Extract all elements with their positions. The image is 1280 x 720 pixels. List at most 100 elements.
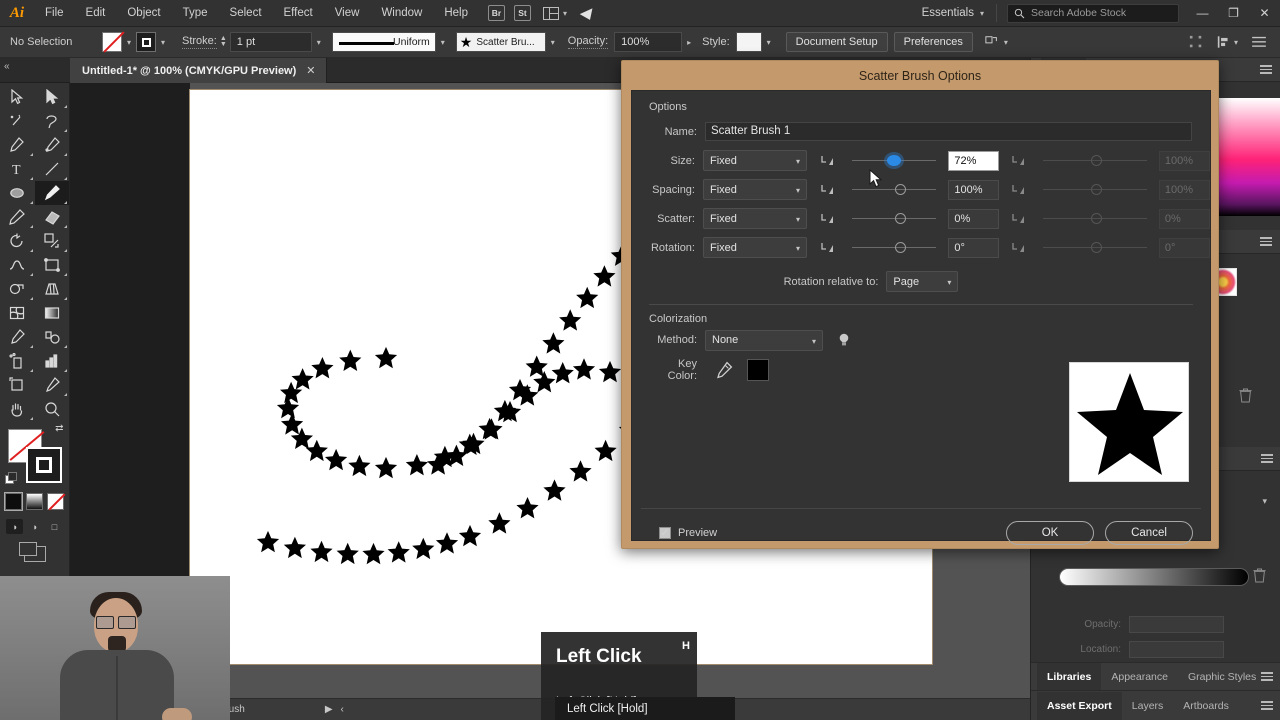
mesh-tool[interactable]: [0, 301, 35, 325]
swap-fill-stroke-icon[interactable]: ⇄: [55, 423, 63, 434]
colorization-method-select[interactable]: None ▾: [705, 329, 823, 351]
pencil-tool[interactable]: [0, 205, 35, 229]
document-setup-button[interactable]: Document Setup: [785, 32, 888, 52]
panel-menu-icon[interactable]: [1260, 65, 1272, 74]
menu-help[interactable]: Help: [433, 0, 479, 27]
blend-tool[interactable]: [35, 325, 70, 349]
direct-selection-tool[interactable]: [35, 85, 70, 109]
status-next-prev[interactable]: ▶ ‹: [315, 699, 354, 720]
eyedropper-icon[interactable]: [715, 361, 733, 379]
delete-swatch-icon[interactable]: [1239, 388, 1252, 403]
tips-bulb-icon[interactable]: [837, 332, 851, 348]
rotate-tool[interactable]: [0, 229, 35, 253]
chevron-down-icon[interactable]: ▾: [1234, 38, 1238, 47]
align-icon[interactable]: [1217, 35, 1230, 49]
tab-artboards[interactable]: Artboards: [1173, 692, 1239, 720]
size-min-value[interactable]: 72%: [948, 150, 1000, 171]
rotation-relative-select[interactable]: Page ▾: [886, 271, 959, 292]
scale-tool[interactable]: [35, 229, 70, 253]
menu-type[interactable]: Type: [172, 0, 219, 27]
chevron-down-icon[interactable]: ▾: [156, 32, 170, 52]
screen-mode-button[interactable]: [0, 542, 69, 562]
document-tab[interactable]: Untitled-1* @ 100% (CMYK/GPU Preview) ✕: [70, 58, 327, 83]
panel-menu-icon[interactable]: [1260, 237, 1272, 246]
cancel-button[interactable]: Cancel: [1105, 521, 1193, 545]
delete-gradient-stop-icon[interactable]: [1253, 568, 1266, 583]
restore-button[interactable]: ❐: [1218, 0, 1249, 27]
brush-name-input[interactable]: Scatter Brush 1: [705, 122, 1192, 141]
type-tool[interactable]: T: [0, 157, 35, 181]
scatter-mode-select[interactable]: Fixed ▾: [702, 208, 808, 229]
gradient-button[interactable]: [26, 493, 43, 510]
preview-checkbox[interactable]: ✓ Preview: [659, 527, 717, 539]
draw-inside-icon[interactable]: □: [46, 519, 63, 534]
free-transform-tool[interactable]: [35, 253, 70, 277]
size-mode-select[interactable]: Fixed ▾: [702, 150, 808, 171]
scatter-min-knob[interactable]: [895, 213, 907, 224]
collapse-panels-icon[interactable]: «: [4, 61, 9, 72]
tab-appearance[interactable]: Appearance: [1101, 663, 1178, 691]
chevron-down-icon[interactable]: ▾: [312, 32, 326, 52]
opacity-options-arrow[interactable]: ▸: [682, 32, 696, 52]
color-button[interactable]: [4, 492, 23, 511]
width-tool[interactable]: [0, 253, 35, 277]
scatter-min-slider[interactable]: [852, 208, 937, 229]
line-segment-tool[interactable]: [35, 157, 70, 181]
stroke-swatch[interactable]: [136, 32, 156, 52]
panel-menu-icon[interactable]: [1252, 36, 1266, 48]
chevron-down-icon[interactable]: ▾: [762, 32, 776, 52]
eyedropper-tool[interactable]: [0, 325, 35, 349]
opacity-label[interactable]: Opacity:: [567, 35, 609, 49]
spacing-min-slider[interactable]: [852, 179, 937, 200]
tab-graphic-styles[interactable]: Graphic Styles: [1178, 663, 1266, 691]
select-similar-icon[interactable]: [985, 35, 999, 49]
panel-menu-icon[interactable]: [1261, 672, 1273, 681]
menu-effect[interactable]: Effect: [273, 0, 324, 27]
ok-button[interactable]: OK: [1006, 521, 1094, 545]
rotation-min-value[interactable]: 0°: [948, 237, 1000, 258]
panel-menu-icon[interactable]: [1261, 701, 1273, 710]
menu-edit[interactable]: Edit: [75, 0, 117, 27]
brush-definition-select[interactable]: ★ Scatter Bru...: [455, 32, 546, 52]
menu-window[interactable]: Window: [370, 0, 433, 27]
chevron-down-icon[interactable]: ▾: [122, 32, 136, 52]
close-icon[interactable]: ✕: [306, 64, 315, 77]
panel-menu-icon[interactable]: [1261, 454, 1273, 463]
search-adobe-stock-input[interactable]: Search Adobe Stock: [1007, 3, 1179, 23]
next-icon[interactable]: ▶: [325, 704, 333, 715]
shape-builder-tool[interactable]: [0, 277, 35, 301]
size-min-knob[interactable]: [887, 155, 902, 166]
stroke-weight-stepper[interactable]: ▲ ▼: [220, 35, 227, 48]
workspace-switcher[interactable]: Essentials ▾: [910, 4, 997, 22]
menu-view[interactable]: View: [324, 0, 371, 27]
draw-behind-icon[interactable]: ◑: [26, 519, 43, 534]
size-min-slider[interactable]: [852, 150, 937, 171]
paintbrush-tool[interactable]: [34, 181, 69, 205]
slice-tool[interactable]: [35, 373, 70, 397]
magic-wand-tool[interactable]: [0, 109, 35, 133]
stroke-label[interactable]: Stroke:: [182, 35, 217, 49]
minimize-button[interactable]: —: [1187, 0, 1218, 27]
gradient-slider[interactable]: [1059, 568, 1249, 586]
close-button[interactable]: ✕: [1249, 0, 1280, 27]
prev-icon[interactable]: ‹: [341, 704, 344, 715]
scatter-min-value[interactable]: 0%: [948, 208, 1000, 229]
creative-cloud-icon[interactable]: ◀: [578, 4, 593, 22]
chevron-down-icon[interactable]: ▾: [436, 32, 450, 52]
spacing-mode-select[interactable]: Fixed ▾: [702, 179, 808, 200]
fill-swatch[interactable]: [102, 32, 122, 52]
ellipse-tool[interactable]: [0, 181, 35, 205]
fill-stroke-control[interactable]: ⇄: [4, 423, 64, 485]
arrange-documents-button[interactable]: ▾: [543, 6, 567, 20]
opacity-value[interactable]: 100%: [614, 32, 683, 52]
menu-select[interactable]: Select: [219, 0, 273, 27]
graphic-style-swatch[interactable]: [735, 32, 762, 52]
gradient-opacity-input[interactable]: [1129, 616, 1224, 633]
zoom-tool[interactable]: [35, 397, 70, 421]
rotation-min-slider[interactable]: [852, 237, 937, 258]
key-color-swatch[interactable]: [747, 359, 769, 381]
bridge-icon[interactable]: Br: [488, 5, 505, 21]
stroke-color-swatch[interactable]: [25, 447, 62, 483]
lasso-tool[interactable]: [35, 109, 70, 133]
spacing-min-knob[interactable]: [895, 184, 907, 195]
